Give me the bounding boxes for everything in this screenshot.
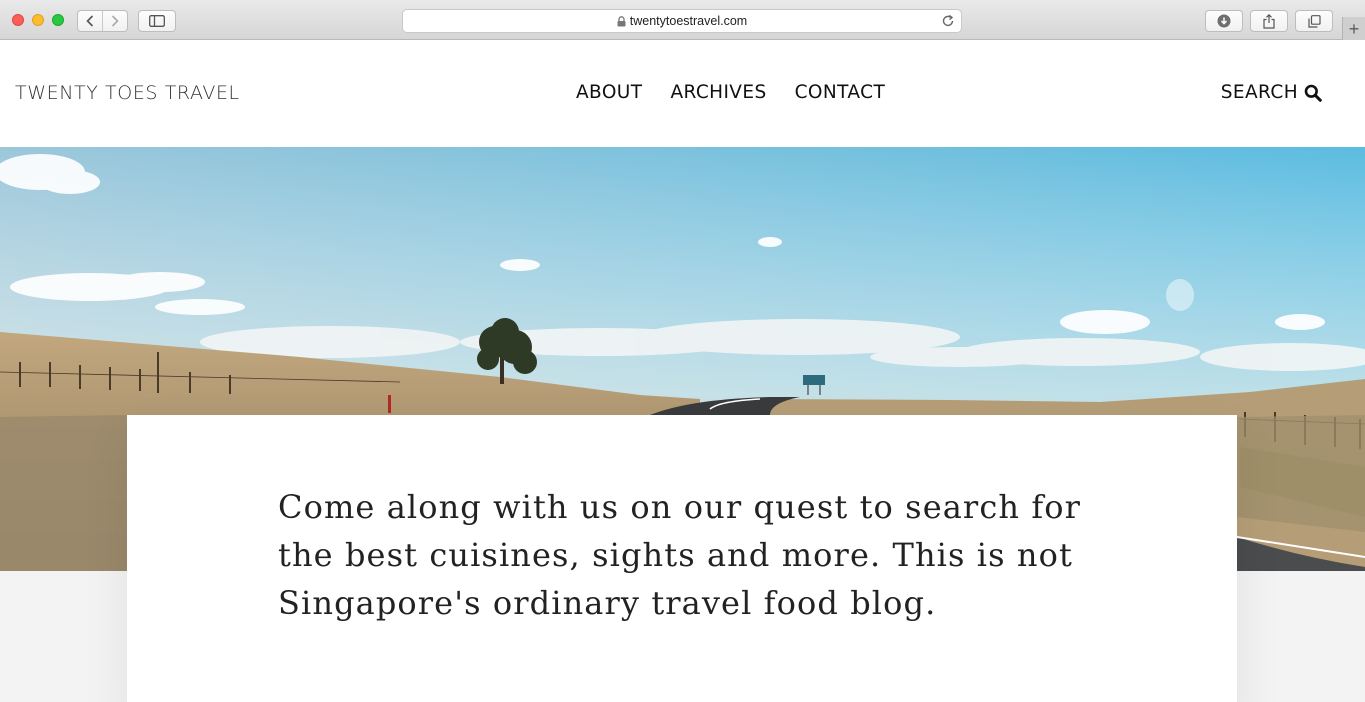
share-button[interactable]	[1250, 10, 1288, 32]
minimize-window-button[interactable]	[32, 14, 44, 26]
lock-icon	[617, 15, 626, 26]
address-bar[interactable]: twentytoestravel.com	[402, 9, 962, 33]
back-icon	[86, 15, 94, 27]
forward-button[interactable]	[102, 11, 127, 31]
sidebar-button[interactable]	[138, 10, 176, 32]
sidebar-icon	[149, 15, 165, 27]
reload-icon[interactable]	[941, 14, 955, 28]
close-window-button[interactable]	[12, 14, 24, 26]
downloads-button[interactable]	[1205, 10, 1243, 32]
maximize-window-button[interactable]	[52, 14, 64, 26]
browser-toolbar: twentytoestravel.com +	[0, 0, 1365, 40]
intro-text: Come along with us on our quest to searc…	[278, 488, 1082, 622]
history-nav-group	[77, 10, 128, 32]
nav-archives[interactable]: ARCHIVES	[670, 82, 766, 103]
share-icon	[1263, 13, 1275, 29]
intro-card: Come along with us on our quest to searc…	[127, 415, 1237, 702]
new-tab-button[interactable]: +	[1342, 17, 1365, 40]
plus-icon: +	[1348, 18, 1360, 39]
url-text: twentytoestravel.com	[629, 14, 748, 28]
search-icon	[1304, 84, 1322, 102]
tabs-icon	[1307, 14, 1321, 28]
back-button[interactable]	[78, 11, 102, 31]
tab-overview-button[interactable]	[1295, 10, 1333, 32]
site-title-link[interactable]: TWENTY TOES TRAVEL	[15, 82, 240, 104]
nav-contact[interactable]: CONTACT	[795, 82, 886, 103]
search-button[interactable]: SEARCH	[1221, 82, 1322, 103]
forward-icon	[111, 15, 119, 27]
search-label: SEARCH	[1220, 82, 1298, 103]
main-nav: ABOUT ARCHIVES CONTACT	[576, 82, 885, 103]
download-icon	[1217, 14, 1231, 28]
site-header: TWENTY TOES TRAVEL ABOUT ARCHIVES CONTAC…	[0, 40, 1365, 147]
nav-about[interactable]: ABOUT	[576, 82, 642, 103]
